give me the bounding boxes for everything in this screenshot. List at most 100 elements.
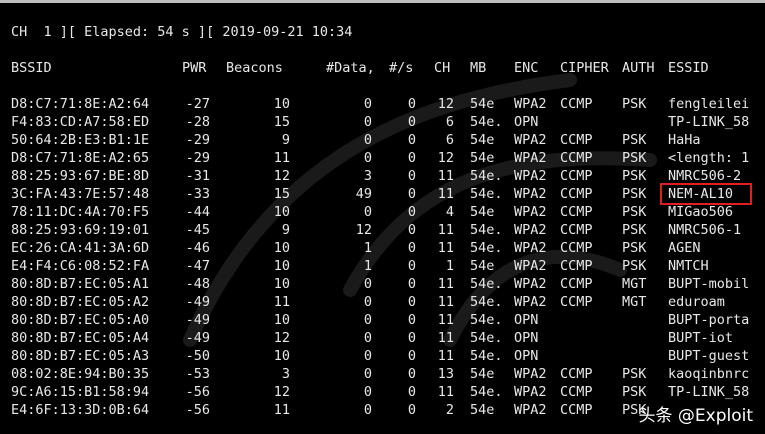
- cell-bssid: 88:25:93:67:BE:8D: [11, 168, 150, 184]
- cell-cipher: CCMP: [560, 276, 593, 292]
- cell-bssid: 80:8D:B7:EC:05:A4: [11, 330, 150, 346]
- cell-cipher: CCMP: [560, 294, 593, 310]
- cell-pwr: -28: [185, 114, 210, 130]
- cell-enc: OPN: [514, 312, 539, 328]
- cell-cipher: CCMP: [560, 258, 593, 274]
- cell-enc: OPN: [514, 330, 539, 346]
- cell-data: 1: [363, 240, 372, 256]
- cell-essid: <length: 1: [668, 150, 750, 166]
- cell-data: 0: [363, 204, 372, 220]
- cell-channel: 13: [437, 366, 454, 382]
- cell-channel: 11: [437, 240, 454, 256]
- cell-enc: OPN: [514, 348, 539, 364]
- cell-essid: MIGao506: [668, 204, 734, 220]
- window-top-edge: [0, 0, 765, 3]
- cell-data: 0: [363, 312, 372, 328]
- cell-data: 49: [355, 186, 372, 202]
- column-header-cipher: CIPHER: [560, 60, 609, 76]
- cell-bssid: 08:02:8E:94:B0:35: [11, 366, 150, 382]
- cell-auth: PSK: [622, 132, 647, 148]
- column-header-data: #Data,: [326, 60, 375, 76]
- cell-data: 0: [363, 330, 372, 346]
- cell-cipher: CCMP: [560, 186, 593, 202]
- cell-per-sec: 0: [407, 150, 416, 166]
- column-header-per-sec: #/s: [389, 60, 414, 76]
- cell-mb: 54e: [470, 132, 495, 148]
- cell-pwr: -33: [185, 186, 210, 202]
- cell-essid: BUPT-iot: [668, 330, 734, 346]
- cell-pwr: -50: [185, 348, 210, 364]
- cell-channel: 11: [437, 276, 454, 292]
- cell-data: 0: [363, 276, 372, 292]
- column-header-bssid: BSSID: [11, 60, 52, 76]
- cell-auth: PSK: [622, 384, 647, 400]
- cell-mb: 54e: [470, 96, 495, 112]
- cell-beacons: 12: [273, 330, 290, 346]
- column-header-channel: CH: [434, 60, 451, 76]
- cell-channel: 12: [437, 96, 454, 112]
- cell-cipher: [560, 311, 610, 329]
- cell-channel: 6: [445, 114, 454, 130]
- cell-bssid: EC:26:CA:41:3A:6D: [11, 240, 150, 256]
- cell-channel: 4: [445, 204, 454, 220]
- cell-pwr: -44: [185, 204, 210, 220]
- cell-beacons: 11: [273, 294, 290, 310]
- cell-data: 3: [363, 168, 372, 184]
- cell-pwr: -46: [185, 240, 210, 256]
- cell-data: 0: [363, 114, 372, 130]
- cell-essid: BUPT-mobil: [668, 276, 750, 292]
- cell-enc: WPA2: [514, 366, 547, 382]
- cell-essid: fengleilei: [668, 96, 750, 112]
- cell-beacons: 12: [273, 168, 290, 184]
- cell-enc: WPA2: [514, 294, 547, 310]
- cell-auth: PSK: [622, 222, 647, 238]
- cell-per-sec: 0: [407, 330, 416, 346]
- cell-beacons: 12: [273, 384, 290, 400]
- cell-bssid: 80:8D:B7:EC:05:A1: [11, 276, 150, 292]
- cell-essid: NMTCH: [668, 258, 709, 274]
- column-header-enc: ENC: [514, 60, 539, 76]
- cell-bssid: 88:25:93:69:19:01: [11, 222, 150, 238]
- cell-mb: 54e: [470, 402, 495, 418]
- cell-per-sec: 0: [407, 96, 416, 112]
- cell-pwr: -27: [185, 96, 210, 112]
- cell-enc: WPA2: [514, 258, 547, 274]
- cell-essid: AGEN: [668, 240, 701, 256]
- cell-data: 0: [363, 294, 372, 310]
- cell-channel: 12: [437, 150, 454, 166]
- cell-mb: 54e.: [470, 168, 503, 184]
- cell-per-sec: 0: [407, 168, 416, 184]
- cell-data: 0: [363, 132, 372, 148]
- cell-channel: 11: [437, 294, 454, 310]
- cell-bssid: 80:8D:B7:EC:05:A0: [11, 312, 150, 328]
- cell-bssid: E4:6F:13:3D:0B:64: [11, 402, 150, 418]
- cell-data: 1: [363, 258, 372, 274]
- cell-cipher: [560, 113, 610, 131]
- cell-bssid: D8:C7:71:8E:A2:65: [11, 150, 150, 166]
- terminal-window[interactable]: CH 1 ][ Elapsed: 54 s ][ 2019-09-21 10:3…: [0, 0, 765, 434]
- cell-channel: 11: [437, 348, 454, 364]
- cell-pwr: -49: [185, 294, 210, 310]
- cell-pwr: -29: [185, 150, 210, 166]
- cell-pwr: -49: [185, 312, 210, 328]
- cell-data: 0: [363, 384, 372, 400]
- cell-cipher: CCMP: [560, 384, 593, 400]
- cell-per-sec: 0: [407, 114, 416, 130]
- cell-cipher: CCMP: [560, 240, 593, 256]
- cell-per-sec: 0: [407, 402, 416, 418]
- column-header-pwr: PWR: [182, 60, 207, 76]
- cell-cipher: [560, 347, 610, 365]
- cell-enc: WPA2: [514, 96, 547, 112]
- cell-auth: MGT: [622, 294, 647, 310]
- cell-mb: 54e.: [470, 312, 503, 328]
- cell-channel: 11: [437, 186, 454, 202]
- cell-essid: BUPT-porta: [668, 312, 750, 328]
- cell-mb: 54e.: [470, 240, 503, 256]
- cell-cipher: CCMP: [560, 96, 593, 112]
- cell-mb: 54e.: [470, 384, 503, 400]
- cell-mb: 54e: [470, 204, 495, 220]
- cell-mb: 54e.: [470, 114, 503, 130]
- cell-bssid: 9C:A6:15:B1:58:94: [11, 384, 150, 400]
- cell-pwr: -48: [185, 276, 210, 292]
- cell-essid: BUPT-guest: [668, 348, 750, 364]
